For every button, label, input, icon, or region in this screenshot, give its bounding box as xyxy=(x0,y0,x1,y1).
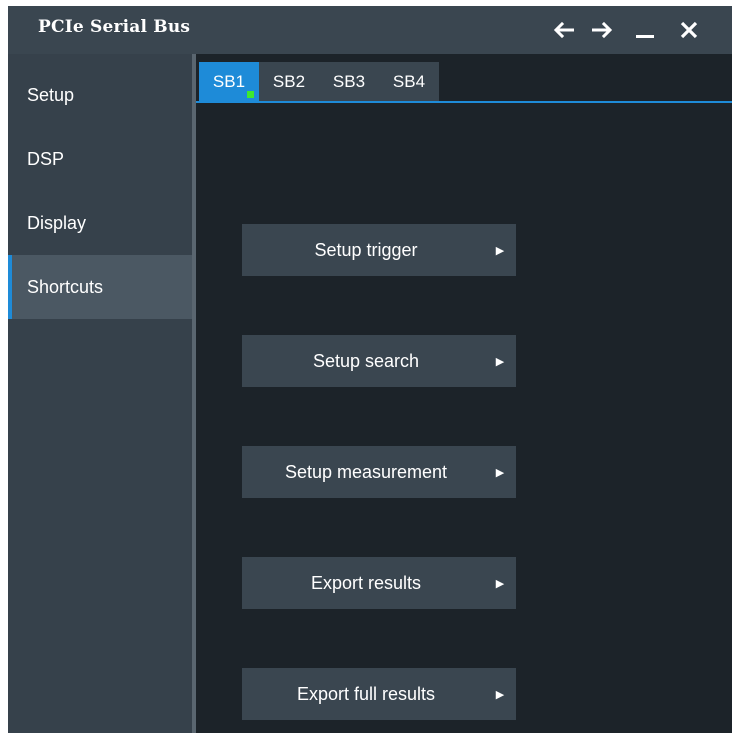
main-content: SB1 SB2 SB3 SB4 Setup trigger ▶ Setup se… xyxy=(196,54,732,733)
close-button[interactable] xyxy=(672,13,706,47)
sidebar-item-dsp[interactable]: DSP xyxy=(8,127,192,191)
button-label: Setup measurement xyxy=(284,461,448,482)
button-label: Export full results xyxy=(296,683,436,704)
submenu-arrow-icon: ▶ xyxy=(495,466,505,479)
tab-underline xyxy=(196,101,732,103)
tab-label: SB1 xyxy=(212,71,246,91)
title-bar: PCIe Serial Bus xyxy=(8,6,732,54)
sidebar-item-shortcuts[interactable]: Shortcuts xyxy=(8,255,192,319)
dialog-title: PCIe Serial Bus xyxy=(38,17,191,37)
arrow-left-icon xyxy=(553,21,574,39)
tab-sb3[interactable]: SB3 xyxy=(319,62,379,101)
tab-label: SB3 xyxy=(332,71,366,91)
back-button[interactable] xyxy=(546,13,580,47)
submenu-arrow-icon: ▶ xyxy=(495,355,505,368)
button-label: Setup trigger xyxy=(314,239,418,260)
export-results-button[interactable]: Export results ▶ xyxy=(242,557,516,609)
tab-label: SB2 xyxy=(272,71,306,91)
minimize-button[interactable] xyxy=(628,13,662,47)
tab-sb1[interactable]: SB1 xyxy=(199,62,259,101)
setup-search-button[interactable]: Setup search ▶ xyxy=(242,335,516,387)
close-icon xyxy=(680,21,698,39)
export-full-results-button[interactable]: Export full results ▶ xyxy=(242,668,516,720)
sidebar-item-label: DSP xyxy=(27,148,65,169)
tab-label: SB4 xyxy=(392,71,426,91)
sidebar: Setup DSP Display Shortcuts xyxy=(8,54,192,733)
sidebar-item-label: Shortcuts xyxy=(27,276,104,297)
button-label: Export results xyxy=(310,572,422,593)
tab-bar: SB1 SB2 SB3 SB4 xyxy=(196,54,732,101)
setup-trigger-button[interactable]: Setup trigger ▶ xyxy=(242,224,516,276)
sidebar-item-label: Setup xyxy=(27,84,75,105)
submenu-arrow-icon: ▶ xyxy=(495,688,505,701)
pcie-serial-bus-dialog: PCIe Serial Bus Setup DSP Display Shortc… xyxy=(8,6,732,733)
button-label: Setup search xyxy=(312,350,420,371)
setup-measurement-button[interactable]: Setup measurement ▶ xyxy=(242,446,516,498)
sidebar-item-setup[interactable]: Setup xyxy=(8,63,192,127)
tab-sb4[interactable]: SB4 xyxy=(379,62,439,101)
sidebar-item-label: Display xyxy=(27,212,87,233)
arrow-right-icon xyxy=(592,21,613,39)
forward-button[interactable] xyxy=(586,13,620,47)
sidebar-item-display[interactable]: Display xyxy=(8,191,192,255)
minimize-icon xyxy=(636,35,654,38)
active-indicator xyxy=(247,91,254,98)
submenu-arrow-icon: ▶ xyxy=(495,244,505,257)
tab-sb2[interactable]: SB2 xyxy=(259,62,319,101)
submenu-arrow-icon: ▶ xyxy=(495,577,505,590)
